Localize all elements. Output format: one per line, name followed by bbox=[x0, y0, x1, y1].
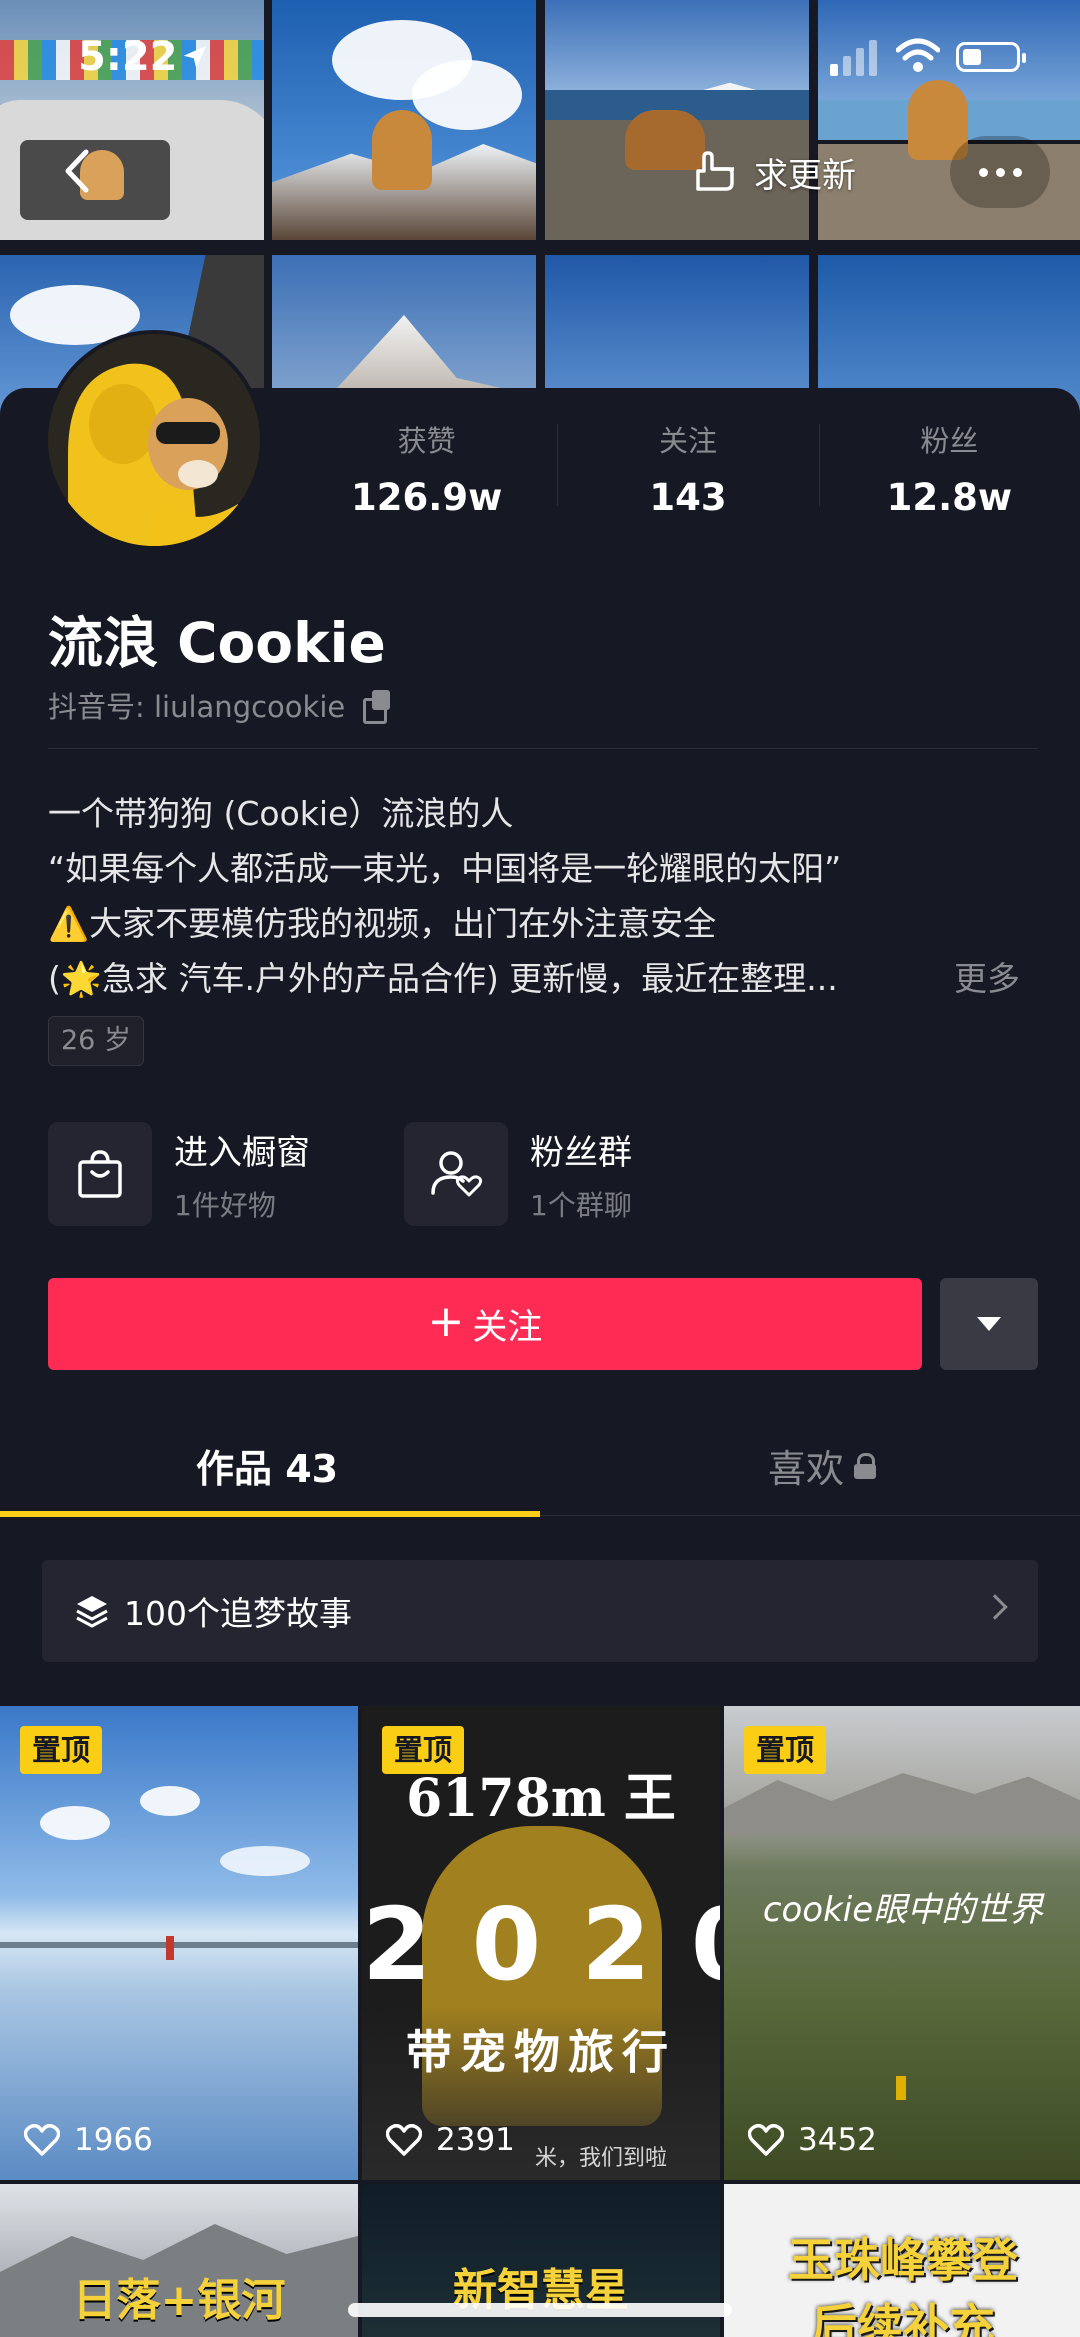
video-thumbnail[interactable]: 日落+银河 bbox=[0, 2184, 358, 2337]
follow-dropdown-button[interactable] bbox=[940, 1278, 1038, 1370]
stat-value: 12.8w bbox=[886, 476, 1013, 519]
fans-group-entry[interactable]: 粉丝群 1个群聊 bbox=[404, 1122, 632, 1226]
pinned-badge: 置顶 bbox=[20, 1726, 103, 1774]
profile-name: 流浪 Cookie bbox=[48, 611, 386, 675]
shop-window-title: 进入橱窗 bbox=[174, 1132, 310, 1173]
copy-icon[interactable] bbox=[363, 690, 393, 724]
age-tag: 26 岁 bbox=[48, 1016, 144, 1066]
layers-icon bbox=[76, 1596, 108, 1628]
back-arrow-icon[interactable] bbox=[44, 136, 114, 206]
follow-button[interactable]: + 关注 bbox=[48, 1278, 922, 1370]
video-likes-count: 1966 bbox=[74, 2122, 153, 2158]
plus-icon: + bbox=[427, 1296, 465, 1347]
request-update-label: 求更新 bbox=[754, 155, 856, 196]
douyin-id-row: 抖音号: liulangcookie bbox=[48, 684, 393, 726]
dot-icon bbox=[995, 167, 1005, 177]
video-likes-count: 2391 bbox=[436, 2122, 515, 2158]
status-bar: 5:22 bbox=[0, 0, 1080, 110]
video-thumbnail[interactable]: 置顶 cookie眼中的世界 3452 bbox=[724, 1706, 1080, 2180]
location-arrow-icon bbox=[183, 45, 207, 69]
bio-line: 一个带狗狗 (Cookie）流浪的人 bbox=[48, 794, 514, 833]
home-indicator[interactable] bbox=[348, 2303, 732, 2317]
stat-following[interactable]: 关注 143 bbox=[557, 418, 818, 528]
avatar[interactable] bbox=[44, 330, 264, 550]
video-caption-top: 玉珠峰攀登 bbox=[788, 2233, 1018, 2287]
video-caption-title: 带宠物旅行 bbox=[406, 2025, 676, 2079]
collection-label: 100个追梦故事 bbox=[124, 1594, 352, 1633]
video-caption-subtitle: 后续补充 bbox=[811, 2299, 995, 2337]
divider bbox=[48, 748, 1038, 749]
tab-likes-label: 喜欢 bbox=[768, 1447, 845, 1491]
stat-label: 粉丝 bbox=[920, 424, 979, 458]
active-tab-indicator bbox=[0, 1511, 540, 1517]
lock-icon bbox=[854, 1452, 877, 1479]
video-thumbnail[interactable]: 置顶 6178m 王 2020 带宠物旅行 米，我们到啦 2391 bbox=[362, 1706, 720, 2180]
video-thumbnail[interactable]: 置顶 1966 bbox=[0, 1706, 358, 2180]
dot-icon bbox=[978, 167, 988, 177]
bio: 一个带狗狗 (Cookie）流浪的人 “如果每个人都活成一束光，中国将是一轮耀眼… bbox=[48, 786, 1038, 1006]
stat-label: 获赞 bbox=[397, 424, 456, 458]
heart-icon bbox=[748, 2124, 784, 2156]
fans-group-icon bbox=[404, 1122, 508, 1226]
stat-likes-received[interactable]: 获赞 126.9w bbox=[296, 418, 557, 528]
shop-window-subtitle: 1件好物 bbox=[174, 1188, 276, 1222]
video-thumbnail[interactable]: 玉珠峰攀登 后续补充 bbox=[724, 2184, 1080, 2337]
profile-stats: 获赞 126.9w 关注 143 粉丝 12.8w bbox=[296, 418, 1080, 528]
video-likes-count: 3452 bbox=[798, 2122, 877, 2158]
video-caption-top: cookie眼中的世界 bbox=[762, 1890, 1044, 1930]
bio-line: “如果每个人都活成一束光，中国将是一轮耀眼的太阳” bbox=[48, 849, 842, 888]
fans-group-subtitle: 1个群聊 bbox=[530, 1188, 632, 1222]
request-update-button[interactable]: 求更新 bbox=[690, 136, 890, 208]
heart-icon bbox=[386, 2124, 422, 2156]
battery-icon bbox=[956, 42, 1026, 72]
video-grid: 置顶 1966 置顶 6178m 王 2020 带宠物旅行 米，我们到啦 239… bbox=[0, 1706, 1080, 2337]
video-likes: 2391 bbox=[386, 2122, 515, 2158]
follow-label: 关注 bbox=[472, 1307, 543, 1348]
bio-line: ⚠️大家不要模仿我的视频，出门在外注意安全 bbox=[48, 904, 717, 943]
video-likes: 3452 bbox=[748, 2122, 877, 2158]
shop-window-entry[interactable]: 进入橱窗 1件好物 bbox=[48, 1122, 310, 1226]
stat-value: 143 bbox=[649, 476, 727, 519]
bio-line: (🌟急求 汽车.户外的产品合作) 更新慢，最近在整理... bbox=[48, 959, 838, 998]
status-time: 5:22 bbox=[78, 34, 178, 80]
heart-icon bbox=[24, 2124, 60, 2156]
more-options-button[interactable] bbox=[950, 136, 1050, 208]
content-tabs: 作品 43 喜欢 bbox=[0, 1420, 1080, 1517]
tab-likes[interactable]: 喜欢 bbox=[768, 1438, 877, 1493]
collection-entry[interactable]: 100个追梦故事 bbox=[42, 1560, 1038, 1662]
shopping-bag-icon bbox=[48, 1122, 152, 1226]
pinned-badge: 置顶 bbox=[744, 1726, 827, 1774]
video-caption-top: 日落+银河 bbox=[72, 2275, 286, 2326]
video-caption-year: 2020 bbox=[362, 1886, 720, 2003]
video-caption-top: 6178m 王 bbox=[406, 1768, 676, 1829]
video-likes: 1966 bbox=[24, 2122, 153, 2158]
dot-icon bbox=[1012, 167, 1022, 177]
cellular-signal-icon bbox=[830, 40, 877, 76]
pointing-hand-icon bbox=[696, 151, 734, 191]
stat-followers[interactable]: 粉丝 12.8w bbox=[818, 418, 1080, 528]
stat-label: 关注 bbox=[658, 424, 717, 458]
bio-more-link[interactable]: 更多 bbox=[954, 951, 1020, 1006]
wifi-icon bbox=[896, 38, 940, 72]
chevron-right-icon bbox=[982, 1594, 1008, 1620]
douyin-id: 抖音号: liulangcookie bbox=[48, 690, 346, 724]
fans-group-title: 粉丝群 bbox=[530, 1132, 632, 1173]
stat-value: 126.9w bbox=[351, 476, 503, 519]
tab-works[interactable]: 作品 43 bbox=[196, 1438, 338, 1493]
